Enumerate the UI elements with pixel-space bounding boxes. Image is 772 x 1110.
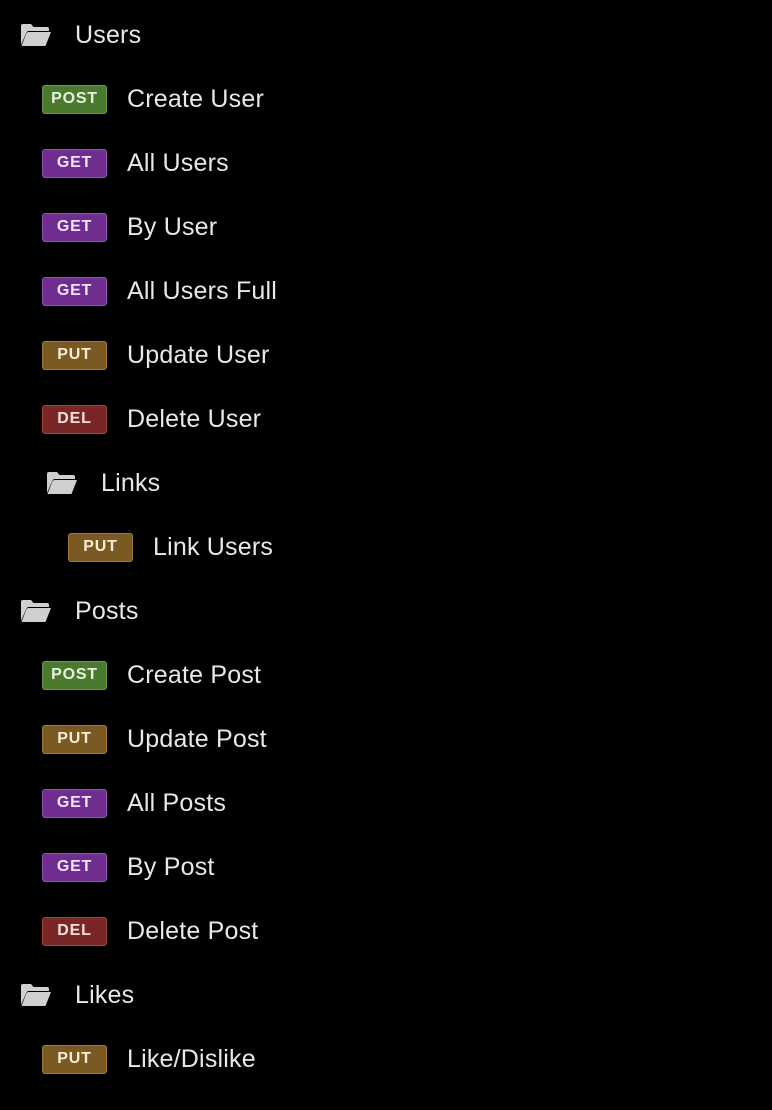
folder-open-icon: [21, 984, 51, 1006]
request-label: By User: [127, 212, 218, 241]
folder-label: Posts: [75, 596, 139, 625]
request-delete-post[interactable]: DEL Delete Post: [0, 899, 772, 963]
request-label: Link Users: [153, 532, 274, 561]
folder-links[interactable]: Links: [0, 451, 772, 515]
folder-open-icon: [21, 24, 51, 46]
folder-label: Users: [75, 20, 142, 49]
method-badge-get: GET: [42, 852, 107, 882]
request-delete-user[interactable]: DEL Delete User: [0, 387, 772, 451]
request-label: All Posts: [127, 788, 227, 817]
folder-posts[interactable]: Posts: [0, 579, 772, 643]
method-badge-del: DEL: [42, 404, 107, 434]
request-label: Update User: [127, 340, 270, 369]
request-label: Delete Post: [127, 916, 259, 945]
request-create-user[interactable]: POST Create User: [0, 67, 772, 131]
method-badge-put: PUT: [42, 1044, 107, 1074]
request-update-user[interactable]: PUT Update User: [0, 323, 772, 387]
method-badge-get: GET: [42, 212, 107, 242]
request-tree: Users POST Create User GET All Users GET…: [0, 0, 772, 1110]
method-badge-put: PUT: [42, 340, 107, 370]
request-link-users[interactable]: PUT Link Users: [0, 515, 772, 579]
method-badge-get: GET: [42, 276, 107, 306]
request-label: Like/Dislike: [127, 1044, 256, 1073]
request-create-post[interactable]: POST Create Post: [0, 643, 772, 707]
request-label: Create Post: [127, 660, 262, 689]
folder-label: Links: [101, 468, 161, 497]
method-badge-put: PUT: [42, 724, 107, 754]
request-label: Delete User: [127, 404, 262, 433]
request-update-post[interactable]: PUT Update Post: [0, 707, 772, 771]
request-all-posts[interactable]: GET All Posts: [0, 771, 772, 835]
method-badge-del: DEL: [42, 916, 107, 946]
method-badge-get: GET: [42, 148, 107, 178]
request-all-users[interactable]: GET All Users: [0, 131, 772, 195]
request-label: Update Post: [127, 724, 267, 753]
method-badge-get: GET: [42, 788, 107, 818]
request-by-post[interactable]: GET By Post: [0, 835, 772, 899]
folder-label: Likes: [75, 980, 135, 1009]
method-badge-post: POST: [42, 660, 107, 690]
folder-likes[interactable]: Likes: [0, 963, 772, 1027]
folder-open-icon: [47, 472, 77, 494]
request-like-dislike[interactable]: PUT Like/Dislike: [0, 1027, 772, 1091]
folder-users[interactable]: Users: [0, 3, 772, 67]
request-label: By Post: [127, 852, 215, 881]
request-by-user[interactable]: GET By User: [0, 195, 772, 259]
folder-open-icon: [21, 600, 51, 622]
request-label: All Users: [127, 148, 229, 177]
request-label: Create User: [127, 84, 264, 113]
request-label: All Users Full: [127, 276, 278, 305]
method-badge-put: PUT: [68, 532, 133, 562]
request-all-users-full[interactable]: GET All Users Full: [0, 259, 772, 323]
method-badge-post: POST: [42, 84, 107, 114]
